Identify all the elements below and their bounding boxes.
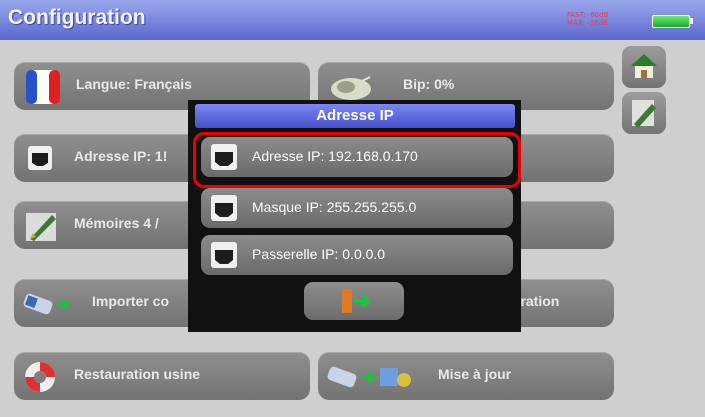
- usb-key-icon: [327, 366, 411, 388]
- update-label: Mise à jour: [438, 366, 512, 382]
- home-button[interactable]: [622, 46, 666, 88]
- status-readout: FAST: -60dB MAX: -36dB: [567, 11, 608, 27]
- ethernet-port-icon: [211, 195, 237, 221]
- factory-reset-label: Restauration usine: [74, 366, 201, 382]
- update-button[interactable]: Mise à jour: [318, 352, 614, 400]
- import-config-label: Importer co: [92, 293, 170, 309]
- speaker-icon: [331, 76, 371, 100]
- gateway-field[interactable]: Passerelle IP: 0.0.0.0: [201, 235, 513, 275]
- ethernet-port-icon: [211, 242, 237, 268]
- gateway-value: Passerelle IP: 0.0.0.0: [252, 246, 386, 262]
- edit-icon: [26, 213, 56, 241]
- language-label: Langue: Français: [76, 76, 192, 92]
- usb-key-icon: [23, 293, 71, 315]
- bip-label: Bip: 0%: [403, 76, 455, 92]
- lifebuoy-icon: [25, 362, 55, 392]
- edit-button[interactable]: [622, 92, 666, 134]
- ip-address-popup: Adresse IP Adresse IP: 192.168.0.170 Mas…: [188, 100, 521, 332]
- edit-icon: [632, 100, 656, 128]
- home-icon: [631, 54, 657, 78]
- ip-mask-field[interactable]: Masque IP: 255.255.255.0: [201, 188, 513, 228]
- ip-address-label: Adresse IP: 1!: [74, 148, 168, 164]
- factory-reset-button[interactable]: Restauration usine: [14, 352, 310, 400]
- status-line-2: MAX: -36dB: [567, 19, 608, 27]
- battery-tip: [690, 18, 693, 24]
- exit-door-icon: [342, 289, 371, 313]
- popup-title: Adresse IP: [195, 104, 515, 128]
- memories-label: Mémoires 4 /: [74, 215, 159, 231]
- ethernet-port-icon: [28, 146, 52, 170]
- back-button[interactable]: [304, 282, 404, 320]
- selection-highlight: [193, 132, 521, 188]
- battery-icon: [652, 15, 690, 28]
- title-bar: Configuration FAST: -60dB MAX: -36dB: [0, 0, 705, 40]
- app-title: Configuration: [8, 6, 146, 29]
- french-flag-icon: [26, 70, 60, 104]
- ip-mask-value: Masque IP: 255.255.255.0: [252, 199, 417, 215]
- status-line-1: FAST: -60dB: [567, 11, 609, 19]
